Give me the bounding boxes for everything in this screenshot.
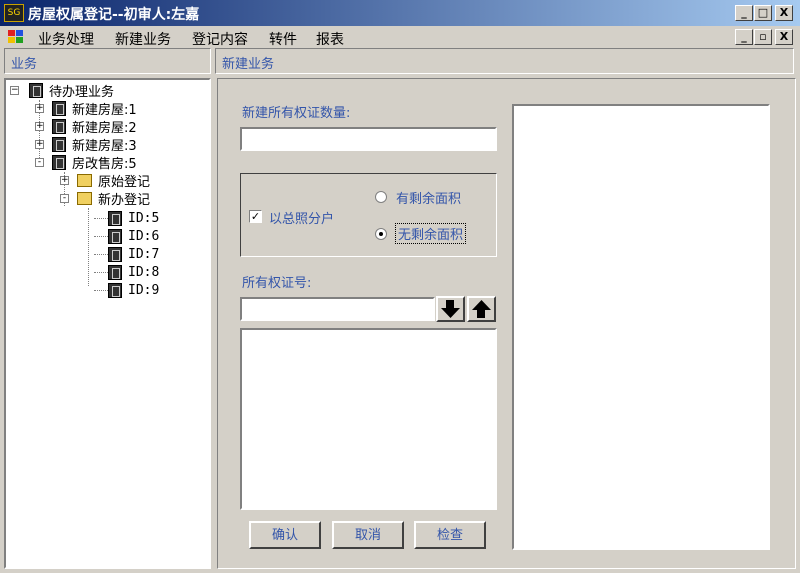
menu-bar: 业务处理 新建业务 登记内容 转件 报表 _ ▫ X [0, 26, 800, 48]
title-bar: SG 房屋权属登记--初审人:左嘉 _ □ X [0, 0, 800, 26]
tree-line [94, 254, 108, 255]
cert-number-input[interactable] [240, 297, 435, 321]
document-icon [108, 210, 122, 226]
document-icon [108, 246, 122, 262]
tree-node-label: 新建房屋:1 [72, 102, 137, 118]
expand-icon[interactable]: + [35, 121, 44, 131]
menu-new-business[interactable]: 新建业务 [115, 29, 171, 49]
collapse-icon[interactable]: - [35, 157, 44, 167]
new-business-panel: 新建所有权证数量: ✓ 以总照分户 有剩余面积 无剩余面积 所有权证号: 确认 … [217, 78, 796, 569]
radio-with-remaining-area[interactable] [375, 191, 387, 203]
confirm-button[interactable]: 确认 [249, 521, 321, 549]
tree-node-label: ID:7 [128, 246, 160, 262]
cert-count-label: 新建所有权证数量: [242, 106, 351, 121]
whole-split-checkbox[interactable]: ✓ [249, 210, 262, 223]
right-panel-header: 新建业务 [215, 48, 794, 74]
tree-node-label: ID:5 [128, 210, 160, 226]
tree-line [94, 218, 108, 219]
tree-node-id-8[interactable]: ID:8 [108, 263, 159, 281]
business-tree[interactable]: − 待办理业务 + 新建房屋:1 + 新建房屋:2 + 新建房屋:3 - 房改售… [4, 78, 211, 569]
radio-no-remaining-area[interactable] [375, 228, 387, 240]
document-icon [52, 154, 66, 170]
radio-with-remaining-label: 有剩余面积 [396, 192, 462, 207]
expand-icon[interactable]: + [35, 139, 44, 149]
folder-icon [77, 173, 92, 187]
document-icon [108, 282, 122, 298]
tree-node-label: 新办登记 [98, 192, 151, 208]
tree-node-label: 房改售房:5 [72, 156, 137, 172]
arrow-up-icon [472, 300, 491, 318]
tree-node-label: 待办理业务 [49, 84, 115, 100]
expand-icon[interactable]: + [60, 175, 69, 185]
tree-node-label: 新建房屋:3 [72, 138, 137, 154]
tree-node-label: ID:8 [128, 264, 160, 280]
tree-node-id-7[interactable]: ID:7 [108, 245, 159, 263]
window-title: 房屋权属登记--初审人:左嘉 [28, 7, 200, 23]
document-icon [108, 228, 122, 244]
expand-icon[interactable]: + [35, 103, 44, 113]
tree-node-label: 原始登记 [98, 174, 151, 190]
menu-business-processing[interactable]: 业务处理 [38, 29, 94, 49]
document-icon [52, 136, 66, 152]
menu-registration-content[interactable]: 登记内容 [192, 29, 248, 49]
tree-node-label: ID:9 [128, 282, 160, 298]
move-down-button[interactable] [436, 296, 465, 322]
whole-split-label: 以总照分户 [269, 212, 335, 227]
tree-line [94, 272, 108, 273]
tree-node-label: ID:6 [128, 228, 160, 244]
cert-count-input[interactable] [240, 127, 497, 151]
tree-node-root[interactable]: − 待办理业务 [10, 81, 115, 100]
radio-no-remaining-label: 无剩余面积 [395, 223, 467, 244]
minimize-button[interactable]: _ [735, 5, 753, 21]
arrow-down-icon [441, 300, 460, 318]
tree-node-id-5[interactable]: ID:5 [108, 209, 159, 227]
tree-node-label: 新建房屋:2 [72, 120, 137, 136]
left-panel-header: 业务 [4, 48, 211, 74]
split-options-group: ✓ 以总照分户 有剩余面积 无剩余面积 [240, 173, 497, 257]
tree-line [94, 290, 108, 291]
mdi-child-icon [8, 30, 23, 43]
mdi-restore-button[interactable]: ▫ [754, 29, 772, 45]
app-icon: SG [4, 4, 24, 22]
folder-doc-icon [29, 82, 43, 98]
collapse-icon[interactable]: - [60, 193, 69, 203]
tree-line [94, 236, 108, 237]
tree-node-new-house-1[interactable]: + 新建房屋:1 [35, 99, 137, 118]
collapse-icon[interactable]: − [10, 85, 19, 95]
maximize-button[interactable]: □ [754, 5, 772, 21]
tree-node-housing-reform[interactable]: - 房改售房:5 [35, 153, 137, 172]
cancel-button[interactable]: 取消 [332, 521, 404, 549]
cert-number-label: 所有权证号: [242, 276, 312, 291]
tree-node-id-9[interactable]: ID:9 [108, 281, 159, 299]
menu-reports[interactable]: 报表 [316, 29, 344, 49]
mdi-minimize-button[interactable]: _ [735, 29, 753, 45]
close-button[interactable]: X [775, 5, 793, 21]
check-button[interactable]: 检查 [414, 521, 486, 549]
mdi-close-button[interactable]: X [775, 29, 793, 45]
cert-number-list[interactable] [240, 328, 497, 510]
detail-panel[interactable] [512, 104, 770, 550]
document-icon [52, 118, 66, 134]
tree-node-original-registration[interactable]: + 原始登记 [60, 171, 151, 190]
tree-node-new-house-2[interactable]: + 新建房屋:2 [35, 117, 137, 136]
move-up-button[interactable] [467, 296, 496, 322]
tree-line [88, 208, 89, 286]
tree-node-id-6[interactable]: ID:6 [108, 227, 159, 245]
tree-node-new-registration[interactable]: - 新办登记 [60, 189, 151, 208]
folder-open-icon [77, 191, 92, 205]
menu-transfer[interactable]: 转件 [269, 29, 297, 49]
tree-node-new-house-3[interactable]: + 新建房屋:3 [35, 135, 137, 154]
document-icon [108, 264, 122, 280]
document-icon [52, 100, 66, 116]
